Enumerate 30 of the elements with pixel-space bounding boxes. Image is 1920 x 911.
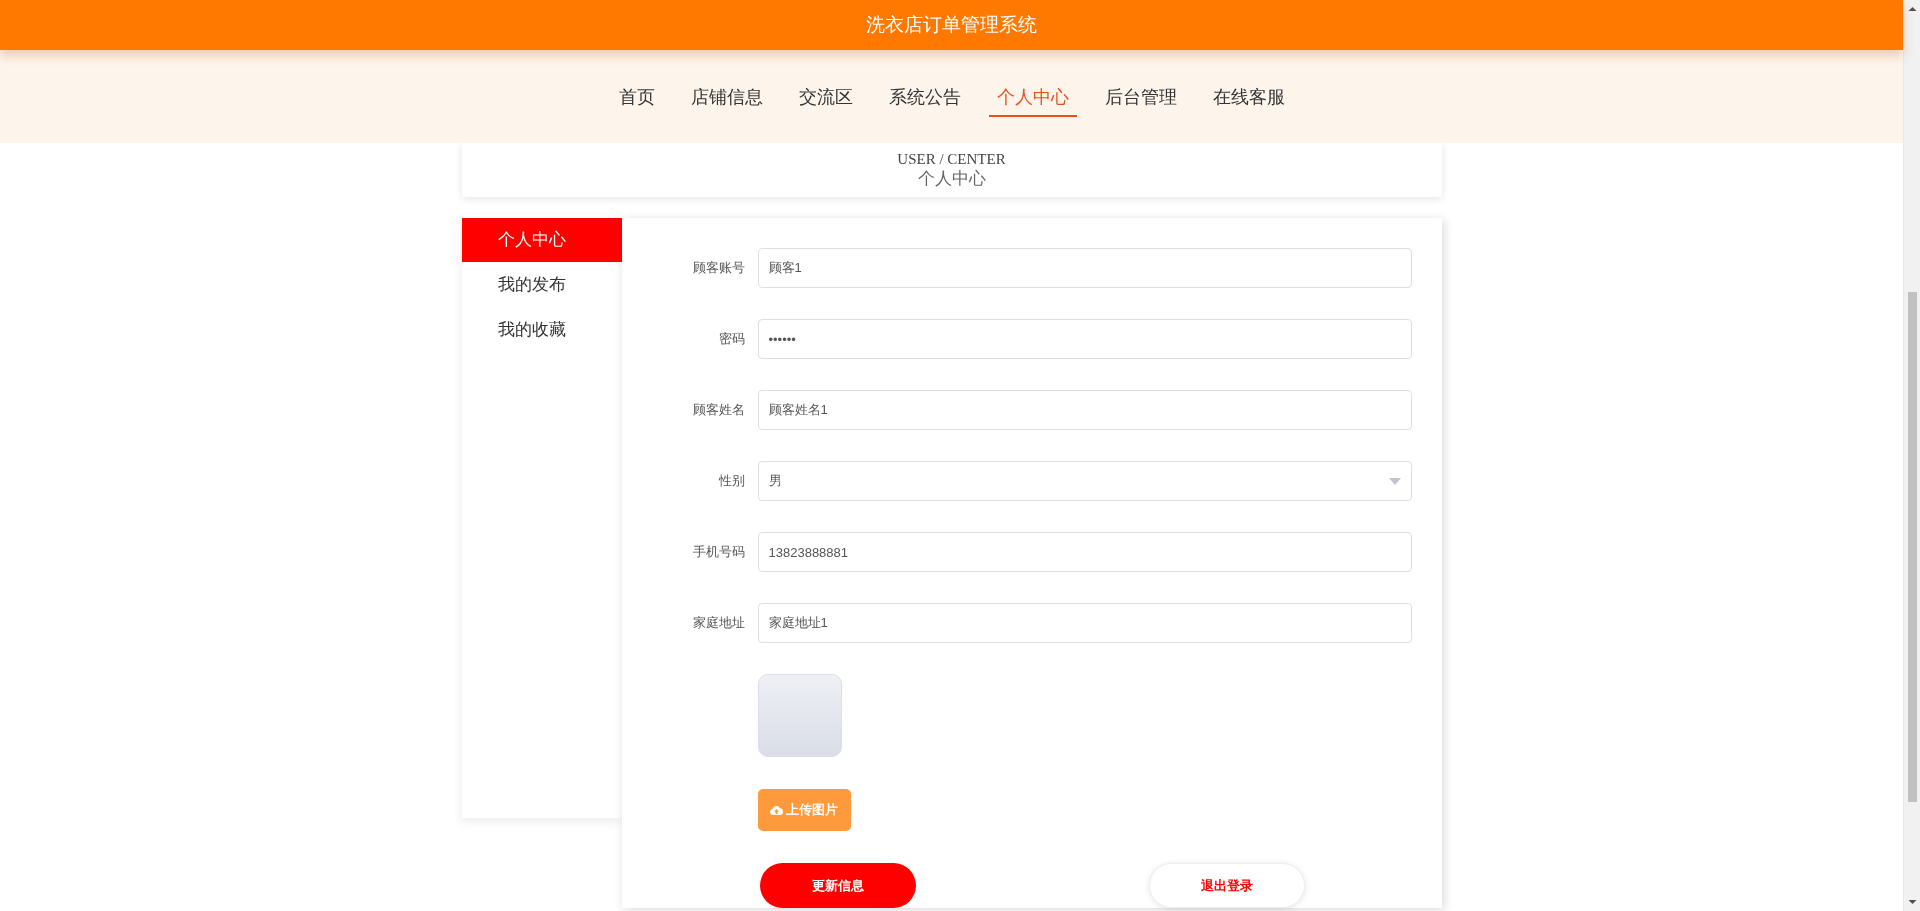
nav-tab[interactable]: 首页 xyxy=(610,78,663,117)
input-field[interactable]: 13823888881 xyxy=(757,532,1412,572)
input-field[interactable]: 顾客1 xyxy=(757,248,1412,288)
field-label: 密码 xyxy=(717,330,746,348)
field-label: 家庭地址 xyxy=(691,614,746,632)
nav-tab[interactable]: 在线客服 xyxy=(1204,78,1293,117)
scrollbar[interactable] xyxy=(1903,0,1920,911)
sidebar-item[interactable]: 个人中心 xyxy=(461,218,622,262)
password-field[interactable]: •••••• xyxy=(757,319,1412,359)
select-field[interactable]: 男 xyxy=(757,461,1412,501)
nav-tab[interactable]: 店铺信息 xyxy=(682,78,771,117)
field-label: 顾客账号 xyxy=(691,259,746,277)
field-label: 顾客姓名 xyxy=(691,401,746,419)
update-button[interactable]: 更新信息 xyxy=(759,863,916,908)
nav-tab[interactable]: 后台管理 xyxy=(1096,78,1185,117)
nav-tab[interactable]: 系统公告 xyxy=(880,78,969,117)
field-label: 手机号码 xyxy=(691,543,746,561)
sidebar-item[interactable]: 我的发布 xyxy=(461,262,622,307)
section-title: 个人中心 xyxy=(917,167,986,190)
input-field[interactable]: 顾客姓名1 xyxy=(757,390,1412,430)
cloud-upload-icon xyxy=(770,804,783,815)
nav-tab[interactable]: 交流区 xyxy=(790,78,861,117)
caret-icon xyxy=(1388,477,1401,485)
field-label: 性别 xyxy=(717,472,746,490)
input-field[interactable]: 家庭地址1 xyxy=(757,603,1412,643)
logout-button[interactable]: 退出登录 xyxy=(1148,863,1305,908)
nav-tab[interactable]: 个人中心 xyxy=(988,78,1077,117)
sidebar-item[interactable]: 我的收藏 xyxy=(461,307,622,352)
app-title: 洗衣店订单管理系统 xyxy=(866,13,1037,37)
section-subtitle: USER / CENTER xyxy=(897,150,1006,168)
